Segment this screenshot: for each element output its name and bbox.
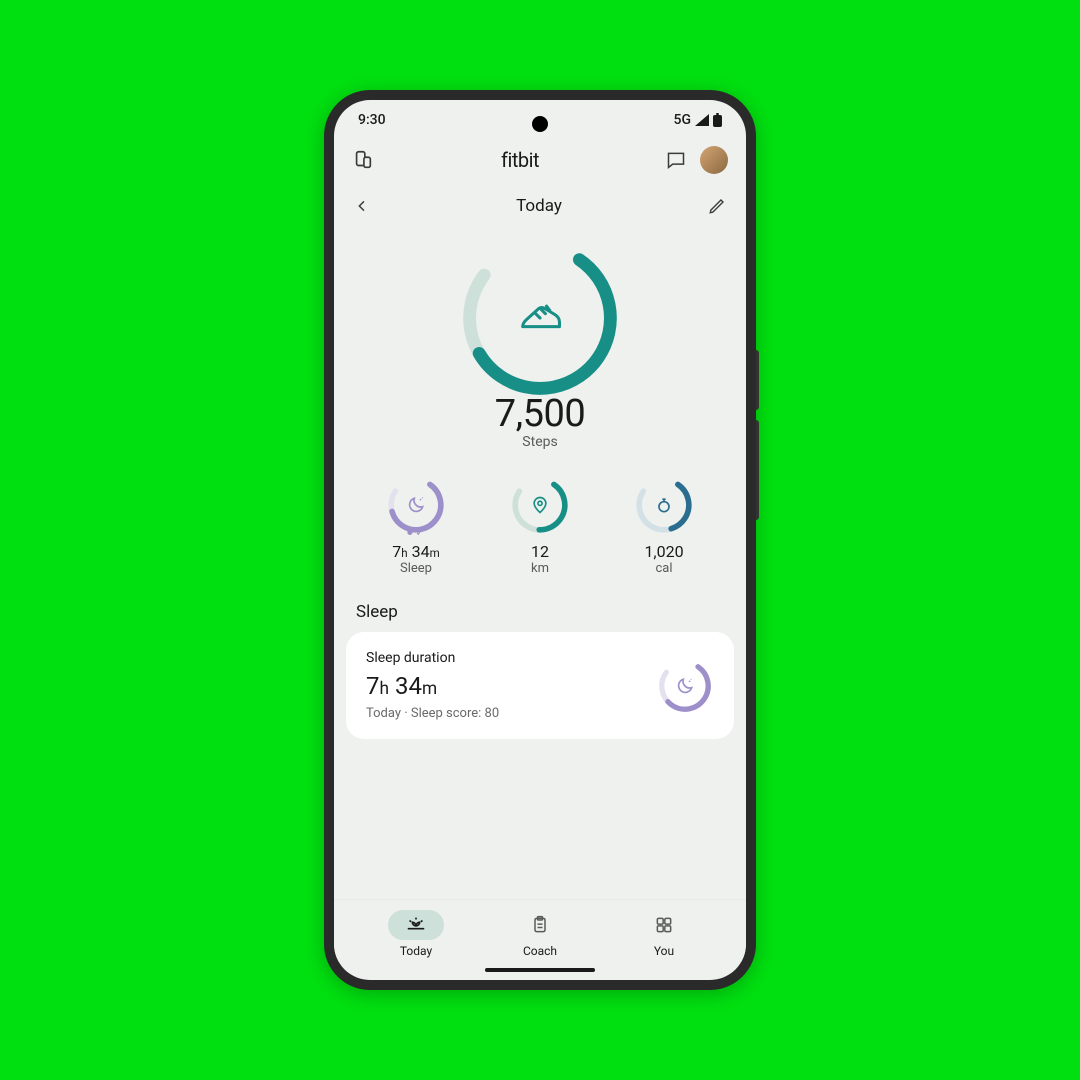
content: 7,500 Steps ✓ 7h 34m Sleep 12 km	[334, 230, 746, 899]
camera-hole	[532, 116, 548, 132]
mini-stat-sleep[interactable]: ✓ 7h 34m Sleep	[371, 474, 461, 576]
sun-icon	[388, 910, 444, 940]
battery-icon	[713, 113, 722, 127]
mini-stat-km[interactable]: 12 km	[495, 474, 585, 576]
steps-value: 7,500	[495, 392, 585, 436]
sleep-card[interactable]: Sleep duration 7h 34m Today · Sleep scor…	[346, 632, 734, 739]
avatar[interactable]	[700, 146, 728, 174]
nav-label: You	[654, 944, 674, 958]
back-icon[interactable]	[354, 198, 370, 214]
mini-value: 12	[531, 542, 549, 561]
mini-value: 7h 34m	[392, 542, 439, 561]
card-value: 7h 34m	[366, 672, 499, 700]
screen: 9:30 5G fitbit	[334, 100, 746, 980]
signal-icon	[695, 114, 709, 126]
section-title-sleep: Sleep	[334, 576, 746, 632]
nav-label: Coach	[523, 944, 557, 958]
grid-icon	[636, 910, 692, 940]
page-title: Today	[516, 196, 562, 216]
sub-header: Today	[334, 188, 746, 230]
shoe-icon	[460, 238, 620, 398]
chat-icon[interactable]	[666, 150, 686, 170]
flame-icon	[633, 474, 695, 536]
card-title: Sleep duration	[366, 650, 499, 666]
status-time: 9:30	[358, 112, 386, 128]
nav-you[interactable]: You	[636, 910, 692, 958]
clipboard-icon	[512, 910, 568, 940]
card-ring	[656, 657, 714, 715]
moon-icon	[656, 657, 714, 715]
mini-value: 1,020	[644, 542, 683, 561]
card-subtext: Today · Sleep score: 80	[366, 706, 499, 721]
pin-icon	[509, 474, 571, 536]
status-network: 5G	[674, 112, 692, 128]
nav-label: Today	[400, 944, 432, 958]
devices-icon[interactable]	[352, 149, 374, 171]
nav-today[interactable]: Today	[388, 910, 444, 958]
phone-frame: 9:30 5G fitbit	[324, 90, 756, 990]
home-indicator[interactable]	[485, 968, 595, 972]
app-title: fitbit	[501, 148, 539, 172]
mini-label: cal	[655, 561, 672, 576]
mini-label: Sleep	[400, 561, 432, 576]
nav-coach[interactable]: Coach	[512, 910, 568, 958]
steps-label: Steps	[522, 434, 557, 450]
mini-stats-row: ✓ 7h 34m Sleep 12 km 1,020 cal	[334, 474, 746, 576]
edit-icon[interactable]	[708, 197, 726, 215]
mini-stat-cal[interactable]: 1,020 cal	[619, 474, 709, 576]
steps-widget[interactable]: 7,500 Steps	[334, 230, 746, 450]
app-header: fitbit	[334, 132, 746, 188]
mini-label: km	[531, 561, 549, 576]
bottom-nav: Today Coach You	[334, 899, 746, 962]
